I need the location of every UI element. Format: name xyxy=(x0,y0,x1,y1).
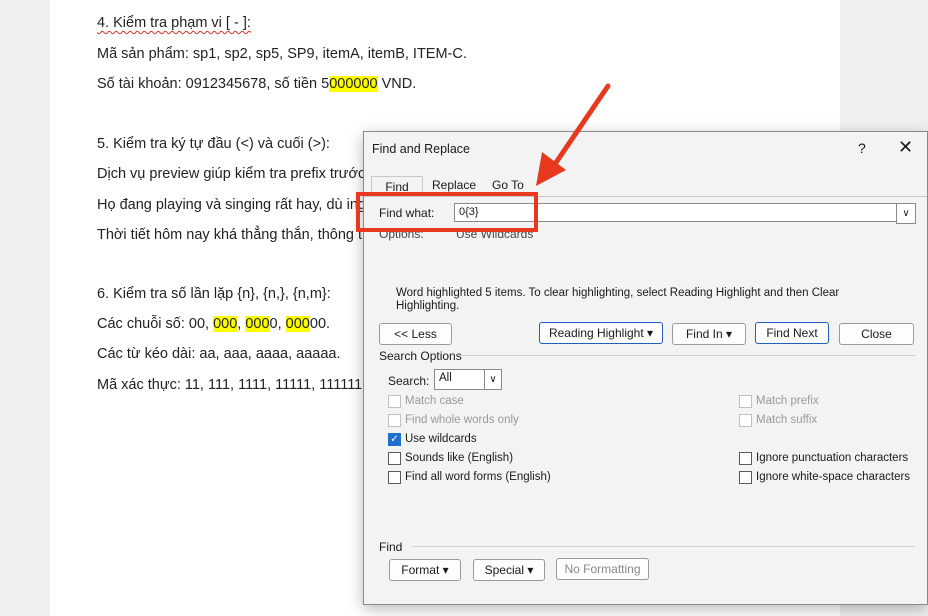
section6-line1-pre: Các chuỗi số: 00, xyxy=(97,316,214,332)
search-direction-select[interactable]: All ∨ xyxy=(434,369,502,390)
section6-line1-post: 00. xyxy=(309,316,331,332)
use-wildcards-label: Use wildcards xyxy=(405,433,477,445)
close-icon[interactable]: ✕ xyxy=(898,137,913,158)
ignore-whitespace-checkbox[interactable] xyxy=(739,471,752,484)
format-button[interactable]: Format ▾ xyxy=(389,559,461,581)
section6-line1: Các chuỗi số: 00, 000, 0000, 00000. xyxy=(97,316,330,332)
ignore-punctuation-label: Ignore punctuation characters xyxy=(756,452,909,464)
tabs-divider xyxy=(364,196,927,197)
tab-replace[interactable]: Replace xyxy=(432,178,476,198)
match-prefix-checkbox[interactable] xyxy=(739,395,752,408)
find-next-button[interactable]: Find Next xyxy=(755,322,829,344)
format-label: Format xyxy=(401,563,440,577)
section5-heading: 5. Kiểm tra ký tự đầu (<) và cuối (>): xyxy=(97,136,330,152)
highlight-match: 000 xyxy=(213,316,238,332)
chevron-down-icon: ∨ xyxy=(484,370,501,389)
search-label: Search: xyxy=(388,374,430,388)
section4-line2: Số tài khoản: 0912345678, số tiền 500000… xyxy=(97,76,416,92)
section6-line1-mid: 0, xyxy=(269,316,286,332)
section4-heading-text: 4. Kiểm tra phạm vi [ - ]: xyxy=(97,15,251,31)
special-button[interactable]: Special ▾ xyxy=(473,559,545,581)
section4-heading: 4. Kiểm tra phạm vi [ - ]: xyxy=(97,15,251,31)
caret-down-icon: ▾ xyxy=(442,563,449,577)
options-value: Use Wildcards xyxy=(456,227,534,241)
caret-down-icon: ▾ xyxy=(527,563,534,577)
section6-heading: 6. Kiểm tra số lần lặp {n}, {n,}, {n,m}: xyxy=(97,286,331,302)
no-formatting-button[interactable]: No Formatting xyxy=(556,558,649,580)
search-options-divider xyxy=(459,355,915,356)
reading-highlight-label: Reading Highlight xyxy=(548,326,644,340)
section6-line2: Các từ kéo dài: aa, aaa, aaaa, aaaaa. xyxy=(97,346,341,362)
find-section-divider xyxy=(412,546,915,547)
section5-line1: Dịch vụ preview giúp kiểm tra prefix trư… xyxy=(97,166,377,182)
highlight-match: 000 xyxy=(245,316,270,332)
search-options-label: Search Options xyxy=(379,349,462,363)
workspace-left xyxy=(0,0,50,616)
highlight-match: 000000 xyxy=(329,76,378,92)
find-replace-dialog: Find and Replace ? ✕ Find Replace Go To … xyxy=(363,131,928,605)
section4-line2-pre: Số tài khoản: 0912345678, số tiền 5 xyxy=(97,76,330,92)
less-button[interactable]: << Less xyxy=(379,323,452,345)
find-what-input[interactable]: 0{3} xyxy=(454,203,904,222)
caret-down-icon: ▾ xyxy=(726,327,733,341)
sounds-like-checkbox[interactable] xyxy=(388,452,401,465)
match-suffix-checkbox[interactable] xyxy=(739,414,752,427)
match-case-label: Match case xyxy=(405,395,464,407)
ignore-punctuation-checkbox[interactable] xyxy=(739,452,752,465)
ignore-whitespace-label: Ignore white-space characters xyxy=(756,471,911,483)
caret-down-icon: ▾ xyxy=(647,326,654,340)
find-section-label: Find xyxy=(379,540,403,554)
match-prefix-label: Match prefix xyxy=(756,395,819,407)
section5-line2: Họ đang playing và singing rất hay, dù i… xyxy=(97,197,371,213)
help-button[interactable]: ? xyxy=(858,140,866,156)
check-icon: ✓ xyxy=(390,434,399,445)
highlight-match: 000 xyxy=(285,316,310,332)
search-value: All xyxy=(439,372,452,384)
whole-words-label: Find whole words only xyxy=(405,414,519,426)
section4-line2-post: VND. xyxy=(377,76,417,92)
chevron-down-icon[interactable]: ∨ xyxy=(896,203,916,224)
match-suffix-label: Match suffix xyxy=(756,414,818,426)
section4-line1: Mã sản phẩm: sp1, sp2, sp5, SP9, itemA, … xyxy=(97,46,467,62)
special-label: Special xyxy=(484,563,524,577)
match-case-checkbox[interactable] xyxy=(388,395,401,408)
word-forms-checkbox[interactable] xyxy=(388,471,401,484)
find-what-label: Find what: xyxy=(379,206,435,220)
word-forms-label: Find all word forms (English) xyxy=(405,471,551,483)
dialog-title: Find and Replace xyxy=(372,142,470,156)
whole-words-checkbox[interactable] xyxy=(388,414,401,427)
reading-highlight-button[interactable]: Reading Highlight ▾ xyxy=(539,322,663,344)
sounds-like-label: Sounds like (English) xyxy=(405,452,514,464)
tab-goto[interactable]: Go To xyxy=(492,178,524,198)
section5-line3: Thời tiết hôm nay khá thẳng thắn, thông … xyxy=(97,227,380,243)
find-in-label: Find In xyxy=(685,327,723,341)
tab-find[interactable]: Find xyxy=(371,176,423,197)
options-label: Options: xyxy=(379,227,424,241)
use-wildcards-checkbox[interactable]: ✓ xyxy=(388,433,401,446)
section6-line3: Mã xác thực: 11, 111, 1111, 11111, 11111… xyxy=(97,377,363,393)
highlight-message: Word highlighted 5 items. To clear highl… xyxy=(396,287,840,312)
find-in-button[interactable]: Find In ▾ xyxy=(672,323,746,345)
close-button[interactable]: Close xyxy=(839,323,914,345)
